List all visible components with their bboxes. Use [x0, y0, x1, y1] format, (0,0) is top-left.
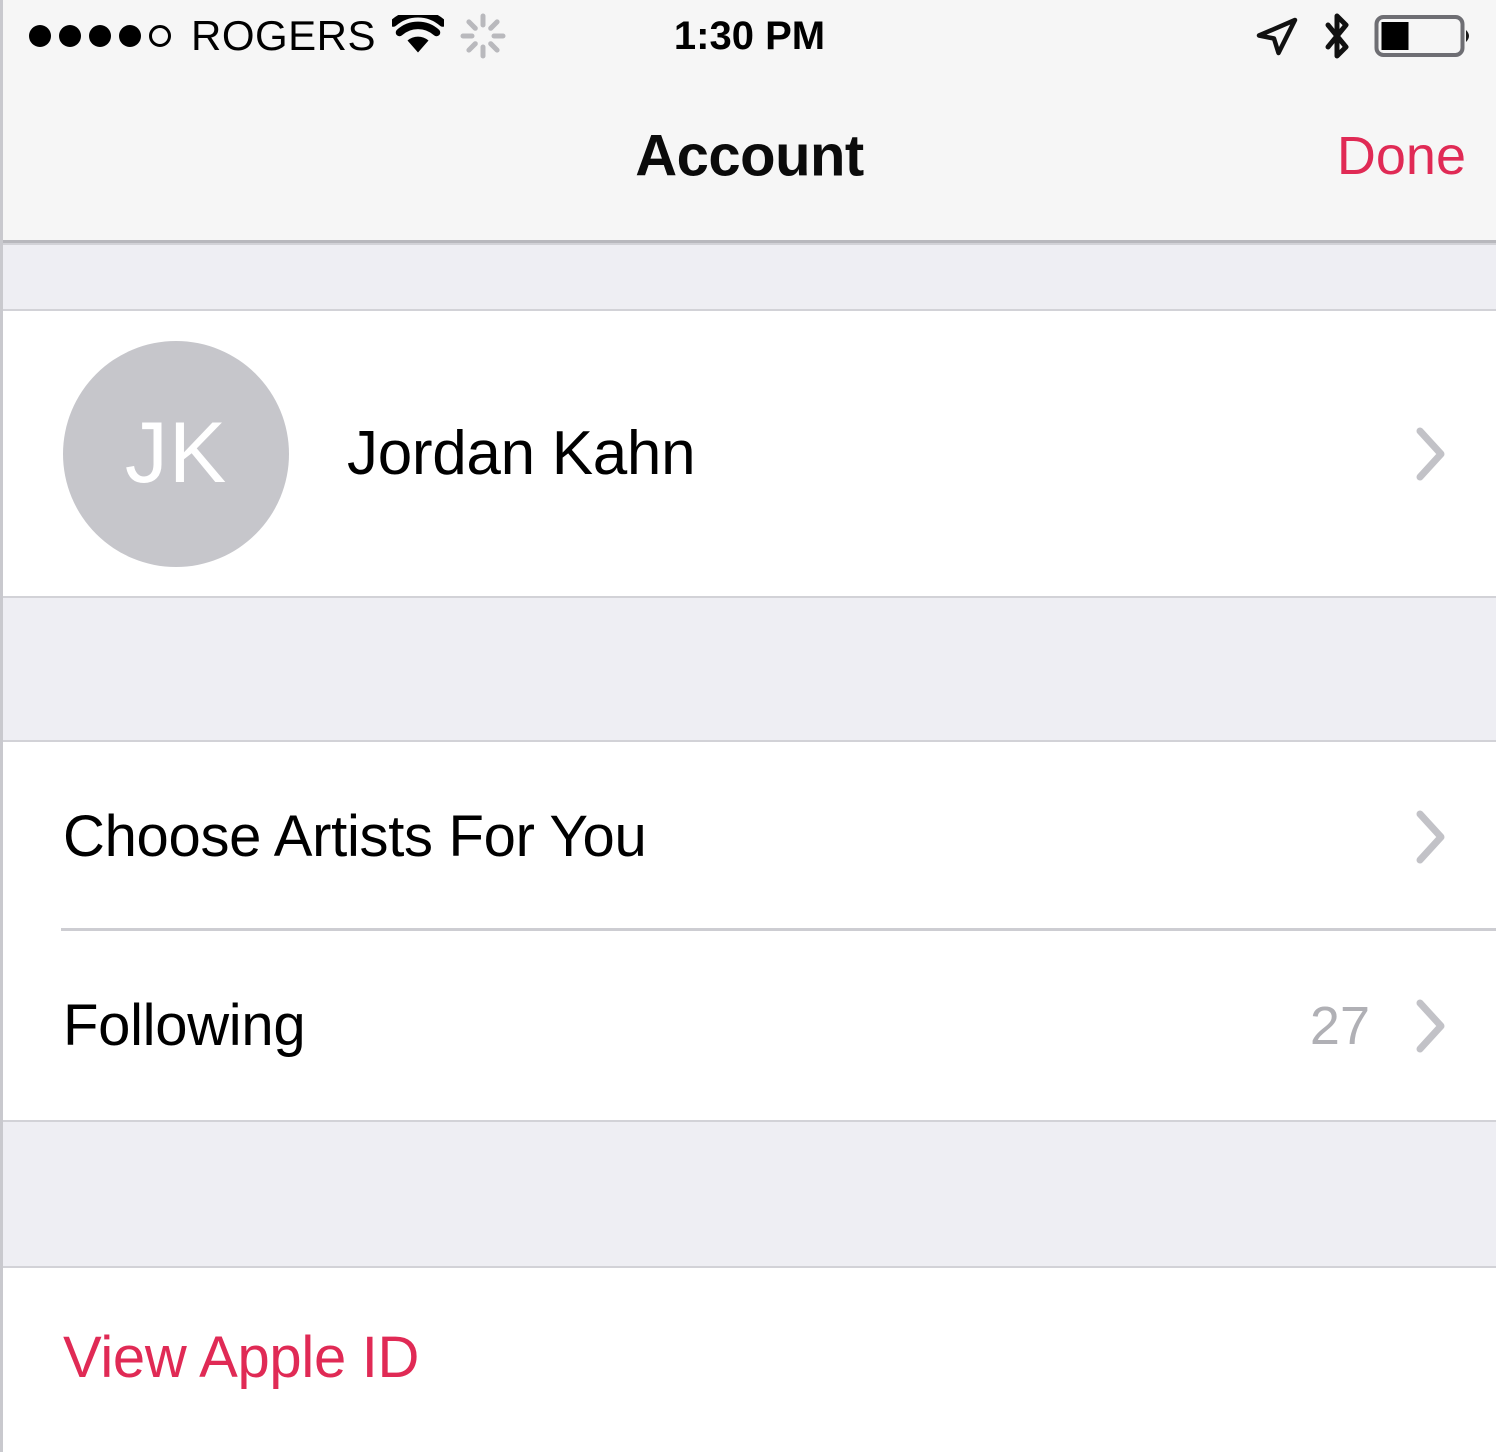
choose-artists-for-you-accessory — [1406, 809, 1456, 865]
chevron-right-icon — [1406, 809, 1456, 865]
group-spacer-bottom — [3, 1120, 1496, 1268]
following-label: Following — [63, 993, 306, 1058]
following-accessory: 27 — [1310, 995, 1456, 1057]
signal-dot-empty — [149, 25, 171, 47]
chevron-right-icon — [1406, 426, 1456, 482]
bluetooth-icon — [1320, 11, 1354, 61]
profile-name-label: Jordan Kahn — [347, 419, 696, 488]
carrier-label: ROGERS — [191, 12, 377, 59]
signal-dot-filled — [59, 25, 81, 47]
choose-artists-for-you-row[interactable]: Choose Artists For You — [3, 742, 1496, 931]
page-title: Account — [635, 123, 864, 189]
status-bar: ROGERS 1:30 PM — [3, 0, 1496, 72]
navigation-bar: Account Done — [3, 72, 1496, 243]
network-activity-spinner-icon — [460, 13, 506, 59]
wifi-icon — [392, 15, 445, 57]
status-bar-left: ROGERS — [29, 13, 506, 59]
signal-dot-filled — [29, 25, 51, 47]
group-spacer-top — [3, 243, 1496, 311]
profile-row[interactable]: JK Jordan Kahn — [3, 311, 1496, 596]
cellular-signal-dots-icon — [29, 25, 171, 47]
phone-screen: ROGERS 1:30 PM Account Done JK Jordan Ka… — [0, 0, 1496, 1452]
view-apple-id-row[interactable]: View Apple ID — [3, 1268, 1496, 1447]
location-arrow-icon — [1254, 13, 1300, 59]
view-apple-id-label: View Apple ID — [63, 1325, 420, 1390]
status-bar-right — [1254, 11, 1474, 61]
signal-dot-filled — [119, 25, 141, 47]
following-row[interactable]: Following 27 — [3, 931, 1496, 1120]
choose-artists-for-you-label: Choose Artists For You — [63, 804, 647, 869]
group-spacer-middle — [3, 596, 1496, 742]
battery-icon — [1374, 13, 1474, 59]
chevron-right-icon — [1406, 998, 1456, 1054]
avatar: JK — [63, 340, 289, 567]
following-count: 27 — [1309, 995, 1370, 1056]
signal-dot-filled — [89, 25, 111, 47]
done-button[interactable]: Done — [1337, 125, 1466, 187]
